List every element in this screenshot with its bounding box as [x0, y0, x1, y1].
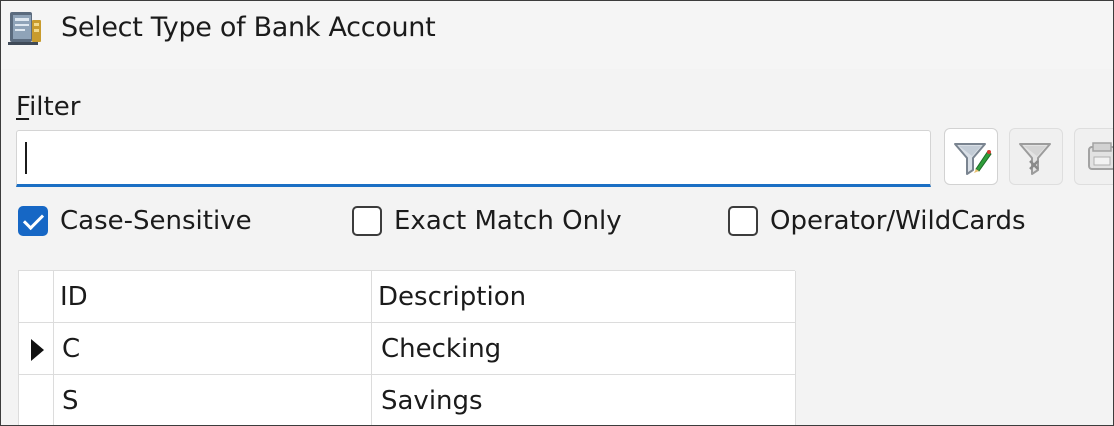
clear-filter-button[interactable] [1009, 128, 1063, 185]
table-row[interactable]: S Savings [19, 375, 796, 425]
operator-wildcards-option[interactable]: Operator/WildCards [728, 201, 1026, 241]
select-bank-account-type-dialog: Select Type of Bank Account Filter Case-… [0, 0, 1114, 426]
case-sensitive-option[interactable]: Case-Sensitive [18, 201, 252, 241]
cell-description-text: Savings [381, 386, 483, 416]
bank-account-book-icon [6, 8, 44, 48]
cell-id[interactable]: S [54, 375, 372, 425]
exact-match-label: Exact Match Only [394, 206, 622, 236]
column-header-id[interactable]: ID [54, 271, 372, 323]
cell-id[interactable]: C [54, 323, 372, 375]
cell-description[interactable]: Savings [372, 375, 796, 425]
column-header-description[interactable]: Description [372, 271, 796, 323]
cell-id-text: S [62, 386, 79, 416]
filter-options-button[interactable] [1074, 128, 1113, 185]
text-caret [25, 142, 27, 174]
operator-wildcards-checkbox[interactable] [728, 206, 758, 236]
cell-description-text: Checking [381, 334, 502, 364]
row-indicator-header [19, 271, 54, 323]
apply-filter-button[interactable] [944, 128, 998, 185]
row-indicator[interactable] [19, 375, 54, 425]
cell-description[interactable]: Checking [372, 323, 796, 375]
case-sensitive-checkbox[interactable] [18, 206, 48, 236]
filter-label: Filter [16, 90, 80, 124]
exact-match-checkbox[interactable] [352, 206, 382, 236]
bank-account-types-grid: ID Description C Checking S Savings [18, 270, 796, 425]
filter-input[interactable] [16, 130, 931, 187]
exact-match-option[interactable]: Exact Match Only [352, 201, 622, 241]
column-header-id-label: ID [60, 282, 88, 312]
filter-label-rest: ilter [29, 92, 81, 122]
current-row-arrow-icon [31, 339, 44, 361]
table-row[interactable]: C Checking [19, 323, 796, 375]
grid-header-row: ID Description [19, 271, 796, 323]
case-sensitive-label: Case-Sensitive [60, 206, 252, 236]
filter-label-accelerator: F [16, 92, 30, 122]
clear-filter-icon [1019, 143, 1051, 175]
title-bar: Select Type of Bank Account [1, 1, 1113, 69]
column-header-description-label: Description [378, 282, 527, 312]
cell-id-text: C [62, 334, 81, 364]
row-indicator[interactable] [19, 323, 54, 375]
operator-wildcards-label: Operator/WildCards [770, 206, 1026, 236]
filter-options-icon [1088, 142, 1113, 170]
apply-filter-icon [954, 143, 992, 175]
window-title: Select Type of Bank Account [61, 12, 436, 43]
